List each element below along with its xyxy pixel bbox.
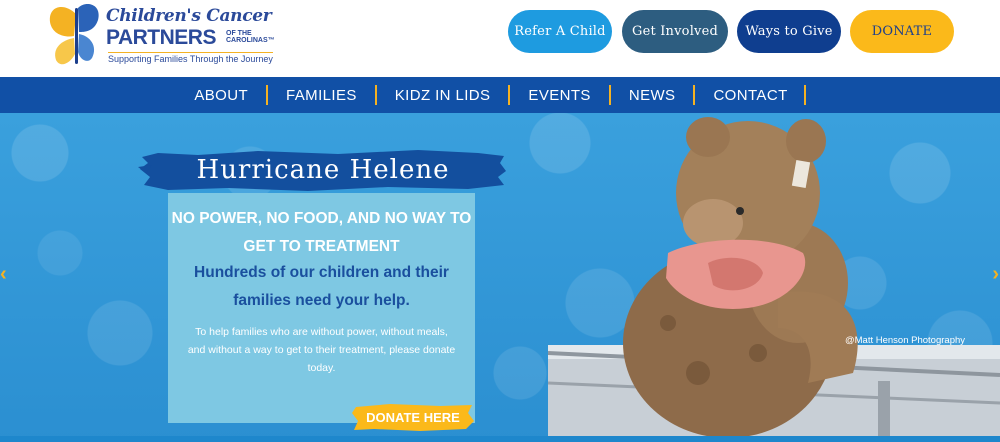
nav-item-about[interactable]: ABOUT [194,85,269,105]
ways-to-give-button[interactable]: Ways to Give [737,10,841,53]
refer-child-button[interactable]: Refer A Child [508,10,612,53]
butterfly-logo-icon [49,4,99,65]
hero-bottom-strip [0,436,1000,442]
hero-card: NO POWER, NO FOOD, AND NO WAY TO GET TO … [168,193,475,423]
hero-slider: ‹ › Hurricane Helene NO POWER, NO FOOD, … [0,113,1000,442]
nav-item-events[interactable]: EVENTS [510,85,611,105]
site-logo[interactable]: Children's Cancer PARTNERS OF THE CAROLIN… [46,2,275,72]
nav-item-families[interactable]: FAMILIES [268,85,377,105]
teddy-bear-photo [548,117,1000,442]
logo-line-1: Children's Cancer [106,6,272,26]
logo-tagline: Supporting Families Through the Journey [108,52,273,64]
logo-line-2-suffix: OF THE CAROLINAS™ [226,30,275,44]
hero-subheadline: Hundreds of our children and their famil… [194,264,449,309]
logo-line-2: PARTNERS [106,26,216,49]
nav-item-kidz-in-lids[interactable]: KIDZ IN LIDS [377,85,511,105]
donate-button[interactable]: DONATE [850,10,954,53]
nav-item-news[interactable]: NEWS [611,85,696,105]
get-involved-button[interactable]: Get Involved [622,10,728,53]
photo-credit: @Matt Henson Photography [845,335,966,346]
hero-title: Hurricane Helene [196,155,450,185]
hero-headline: NO POWER, NO FOOD, AND NO WAY TO GET TO … [171,210,472,255]
chevron-left-icon[interactable]: ‹ [0,263,7,286]
donate-here-label: DONATE HERE [366,409,460,425]
site-header: Children's Cancer PARTNERS OF THE CAROLIN… [0,0,1000,77]
hero-body: To help families who are without power, … [187,326,456,374]
donate-here-button[interactable]: DONATE HERE [350,401,476,433]
nav-item-contact[interactable]: CONTACT [695,85,806,105]
main-nav: ABOUT FAMILIES KIDZ IN LIDS EVENTS NEWS … [0,77,1000,113]
